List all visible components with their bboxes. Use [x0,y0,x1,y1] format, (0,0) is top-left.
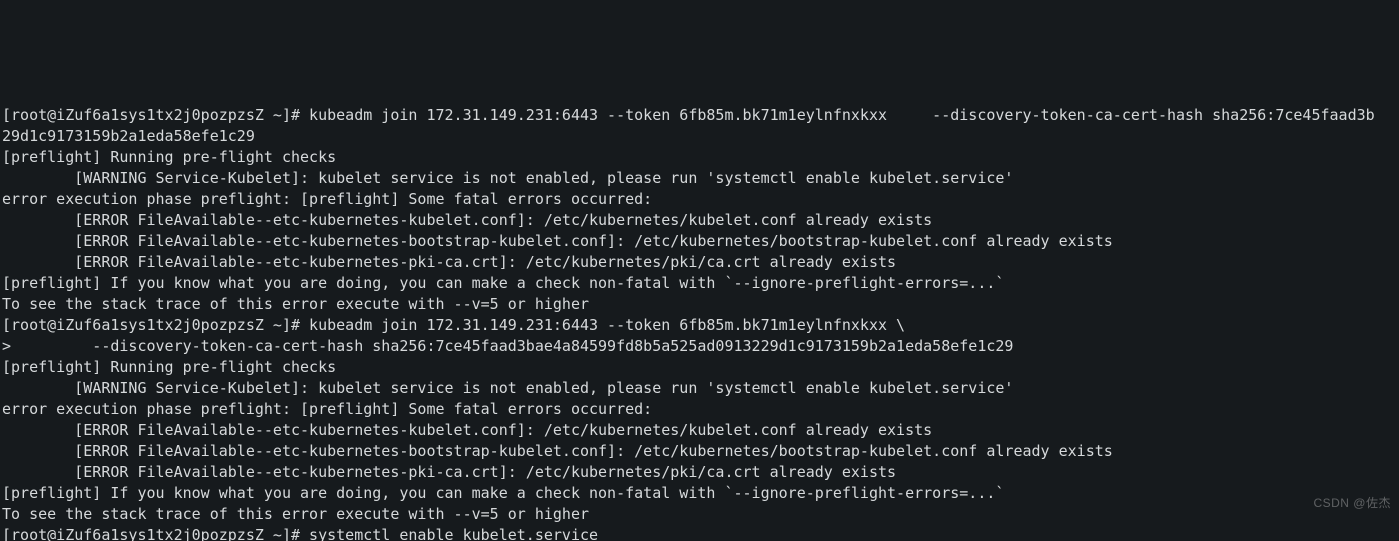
terminal-line: [ERROR FileAvailable--etc-kubernetes-boo… [2,441,1397,462]
terminal-line: error execution phase preflight: [prefli… [2,399,1397,420]
terminal-line: [root@iZuf6a1sys1tx2j0pozpzsZ ~]# kubead… [2,105,1397,126]
terminal-line: [preflight] Running pre-flight checks [2,357,1397,378]
terminal-line: [WARNING Service-Kubelet]: kubelet servi… [2,378,1397,399]
terminal-line: [ERROR FileAvailable--etc-kubernetes-pki… [2,462,1397,483]
terminal-line: [preflight] If you know what you are doi… [2,273,1397,294]
terminal-viewport[interactable]: [root@iZuf6a1sys1tx2j0pozpzsZ ~]# kubead… [0,105,1399,541]
terminal-line: [ERROR FileAvailable--etc-kubernetes-kub… [2,210,1397,231]
terminal-line: To see the stack trace of this error exe… [2,294,1397,315]
terminal-line: To see the stack trace of this error exe… [2,504,1397,525]
terminal-line: 29d1c9173159b2a1eda58efe1c29 [2,126,1397,147]
terminal-line: > --discovery-token-ca-cert-hash sha256:… [2,336,1397,357]
terminal-line: [ERROR FileAvailable--etc-kubernetes-pki… [2,252,1397,273]
terminal-line: error execution phase preflight: [prefli… [2,189,1397,210]
terminal-line: [preflight] Running pre-flight checks [2,147,1397,168]
terminal-line: [root@iZuf6a1sys1tx2j0pozpzsZ ~]# system… [2,525,1397,541]
terminal-line: [preflight] If you know what you are doi… [2,483,1397,504]
terminal-line: [ERROR FileAvailable--etc-kubernetes-kub… [2,420,1397,441]
terminal-line: [WARNING Service-Kubelet]: kubelet servi… [2,168,1397,189]
terminal-line: [root@iZuf6a1sys1tx2j0pozpzsZ ~]# kubead… [2,315,1397,336]
watermark-text: CSDN @佐杰 [1313,493,1391,514]
terminal-line: [ERROR FileAvailable--etc-kubernetes-boo… [2,231,1397,252]
